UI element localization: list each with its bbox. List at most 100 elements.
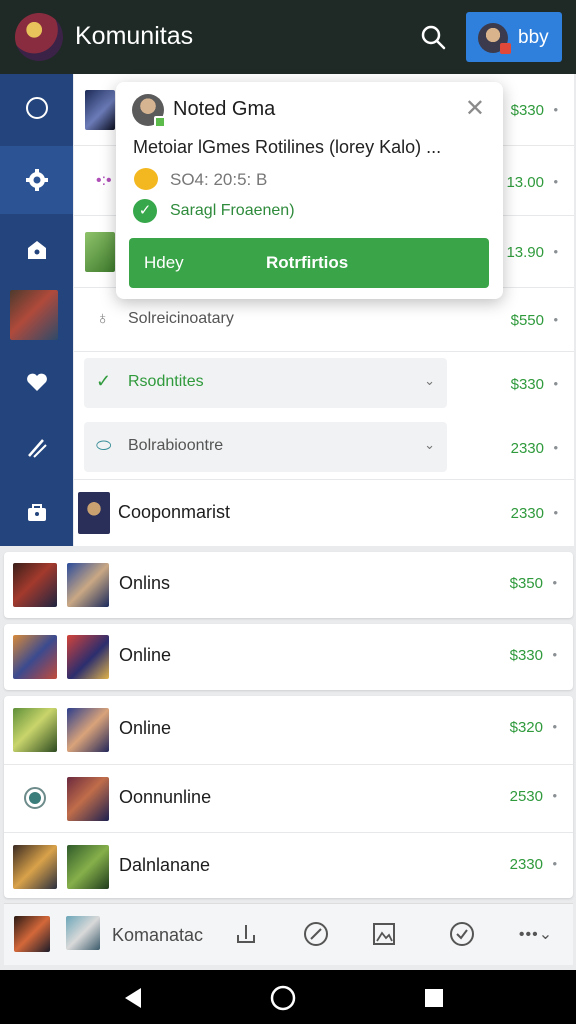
chevron-right-icon: •: [552, 856, 557, 871]
game-card[interactable]: Online $320 • Oonnunline 2530 • Dalnlana…: [4, 696, 573, 898]
game-thumbnail: [13, 563, 57, 607]
recents-icon[interactable]: [424, 988, 444, 1008]
price-label: 2530: [509, 788, 543, 805]
chevron-right-icon: •: [553, 244, 558, 259]
page-title: Komunitas: [75, 22, 194, 50]
sidebar-item-edit[interactable]: [0, 414, 73, 482]
radio-icon[interactable]: [24, 787, 46, 809]
image-icon[interactable]: [366, 916, 402, 952]
game-thumbnail: [67, 845, 109, 889]
nav-thumbnail-community[interactable]: [66, 916, 100, 950]
back-icon[interactable]: [121, 986, 145, 1010]
game-thumbnail: [13, 845, 57, 889]
home-icon[interactable]: [270, 985, 296, 1011]
filter-dropdown[interactable]: ✓ Rsodntites ⌄: [84, 358, 447, 408]
shield-check-icon[interactable]: [444, 916, 480, 952]
popup-title: Noted Gma: [173, 98, 276, 120]
list-item[interactable]: Oonnunline 2530 •: [4, 764, 573, 832]
check-icon: ✓: [96, 371, 112, 391]
hide-button[interactable]: Hdey: [144, 253, 184, 273]
user-name-label: bby: [518, 27, 549, 48]
game-card[interactable]: Online $330 •: [4, 624, 573, 690]
notification-popup: Noted Gma ✕ Metoiar lGmes Rotilines (lor…: [116, 82, 503, 299]
list-item-label: Online: [119, 718, 172, 738]
list-item[interactable]: Onlins $350 •: [4, 552, 573, 618]
chevron-right-icon: •: [552, 575, 557, 590]
price-label: $320: [509, 719, 543, 736]
popup-timestamp: SO4: 20:5: B: [170, 170, 268, 189]
game-thumbnail: [67, 563, 109, 607]
popup-action-bar[interactable]: Hdey Rotrfirtios: [129, 238, 489, 288]
chevron-right-icon: •: [553, 312, 558, 327]
nav-thumbnail[interactable]: [14, 916, 50, 952]
price-label: 13.90: [506, 244, 544, 261]
notifications-button[interactable]: Rotrfirtios: [266, 253, 348, 273]
nav-label: Komanatac: [112, 925, 204, 945]
price-label: $330: [510, 376, 544, 393]
list-item-label: Oonnunline: [119, 787, 212, 807]
close-icon[interactable]: ✕: [465, 94, 485, 123]
popup-description: Metoiar lGmes Rotilines (lorey Kalo) ...: [133, 137, 442, 157]
popup-status: Saragl Froaenen): [170, 202, 295, 219]
price-label: 13.00: [506, 174, 544, 191]
search-icon[interactable]: [418, 22, 450, 54]
list-item-label: Dalnlanane: [119, 855, 211, 875]
filter-dropdown[interactable]: ⬭ Bolrabioontre ⌄: [84, 422, 447, 472]
list-item[interactable]: Dalnlanane 2330 •: [4, 832, 573, 898]
user-account-button[interactable]: bby: [466, 12, 562, 62]
dropdown-label: Bolrabioontre: [128, 437, 224, 454]
sidebar-game-thumbnail[interactable]: [10, 290, 58, 340]
list-item-label: Online: [119, 645, 172, 665]
chevron-right-icon: •: [552, 788, 557, 803]
chevron-down-icon: ⌄: [424, 373, 435, 388]
game-thumbnail: [67, 708, 109, 752]
more-options-icon[interactable]: •••⌄: [516, 916, 556, 952]
chevron-right-icon: •: [553, 102, 558, 117]
list-item[interactable]: ✓ Rsodntites ⌄ $330 •: [74, 352, 574, 416]
list-item[interactable]: ⬭ Bolrabioontre ⌄ 2330 •: [74, 416, 574, 480]
price-label: $330: [510, 102, 544, 119]
shop-icon: [27, 241, 46, 259]
list-item[interactable]: Cooponmarist 2330 •: [74, 480, 574, 546]
compass-icon[interactable]: [298, 916, 334, 952]
chevron-right-icon: •: [552, 647, 557, 662]
sidebar-item-compass[interactable]: [0, 74, 73, 142]
sidebar-item-settings[interactable]: [0, 146, 73, 214]
game-thumbnail: [13, 635, 57, 679]
app-avatar[interactable]: [15, 13, 63, 61]
sidebar: [0, 74, 73, 546]
price-label: 2330: [509, 856, 543, 873]
game-thumbnail: [85, 90, 115, 130]
sidebar-item-bag[interactable]: [0, 478, 73, 546]
chevron-right-icon: •: [553, 505, 558, 520]
game-thumbnail: [85, 232, 115, 272]
list-item-label: Solreicinoatary: [128, 310, 234, 327]
sidebar-item-shop[interactable]: [0, 216, 73, 284]
chevron-right-icon: •: [552, 719, 557, 734]
flask-icon: ♁: [96, 308, 110, 328]
sidebar-item-favorites[interactable]: [0, 348, 73, 416]
heart-icon: [26, 373, 47, 391]
dots-icon: •:•: [96, 172, 112, 189]
game-thumbnail: [78, 492, 110, 534]
list-item[interactable]: Online $330 •: [4, 624, 573, 690]
top-app-bar: Komunitas bby: [0, 0, 576, 74]
drop-icon: ⬭: [96, 435, 112, 455]
game-thumbnail: [67, 777, 109, 821]
gear-icon: [25, 169, 48, 191]
notification-badge: [500, 43, 511, 54]
dropdown-label: Rsodntites: [128, 373, 204, 390]
list-item-label: Cooponmarist: [118, 502, 231, 522]
chevron-right-icon: •: [553, 174, 558, 189]
list-item-label: Onlins: [119, 573, 171, 593]
price-label: $550: [510, 312, 544, 329]
price-label: $330: [509, 647, 543, 664]
chevron-right-icon: •: [553, 440, 558, 455]
chevron-right-icon: •: [553, 376, 558, 391]
game-thumbnail: [13, 708, 57, 752]
price-label: 2330: [510, 505, 544, 522]
list-item[interactable]: Online $320 •: [4, 696, 573, 764]
game-card[interactable]: Onlins $350 •: [4, 552, 573, 618]
upload-icon[interactable]: [228, 916, 264, 952]
compass-icon: [25, 97, 48, 119]
